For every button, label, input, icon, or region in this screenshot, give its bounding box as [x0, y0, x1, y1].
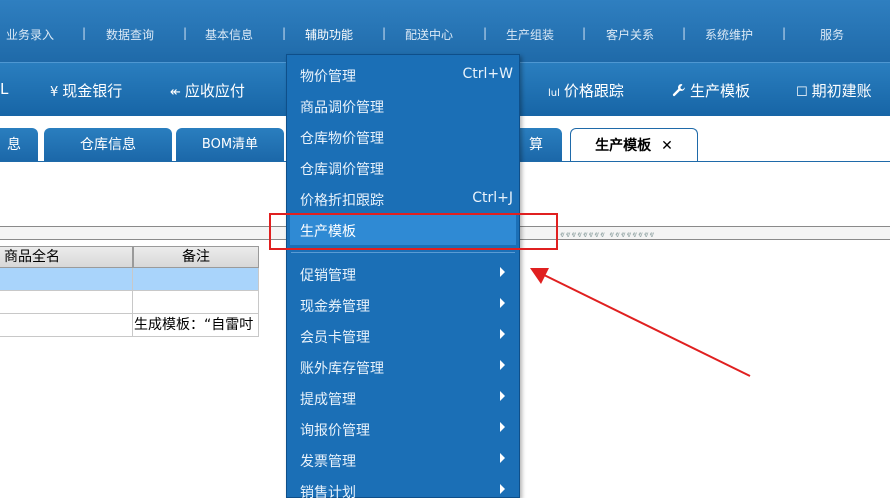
submenu-arrow-icon — [500, 360, 505, 370]
top-menu-bar: 业务录入 | 数据查询 | 基本信息 | 辅助功能 | 配送中心 | 生产组装 … — [0, 0, 890, 62]
menu-auxiliary[interactable]: 辅助功能 — [305, 26, 353, 43]
menu-item-warehouse-price-adjust[interactable]: 仓库调价管理 — [287, 152, 519, 183]
submenu-arrow-icon — [500, 484, 505, 494]
auxiliary-dropdown-menu: 物价管理 Ctrl+W 商品调价管理 仓库物价管理 仓库调价管理 价格折扣跟踪 … — [286, 54, 520, 498]
menu-item-discount-tracking[interactable]: 价格折扣跟踪 Ctrl+J — [287, 183, 519, 214]
menu-separator — [291, 252, 515, 253]
menu-item-shortcut: Ctrl+W — [462, 66, 513, 82]
menu-item-label: 促销管理 — [300, 268, 356, 284]
table-cell[interactable] — [133, 268, 259, 291]
menu-separator: | — [183, 26, 188, 40]
menu-item-promotion[interactable]: 促销管理 — [287, 258, 519, 289]
menu-item-label: 商品调价管理 — [300, 100, 384, 116]
menu-item-offbook-inventory[interactable]: 账外库存管理 — [287, 351, 519, 382]
tab-info[interactable]: 息 — [0, 128, 38, 162]
menu-item-label: 账外库存管理 — [300, 361, 384, 377]
menu-business-entry[interactable]: 业务录入 — [6, 26, 54, 43]
menu-basic-info[interactable]: 基本信息 — [205, 26, 253, 43]
tab-bom-list[interactable]: BOM清单 — [176, 128, 284, 162]
menu-item-quotation[interactable]: 询报价管理 — [287, 413, 519, 444]
menu-item-label: 物价管理 — [300, 69, 356, 85]
table-cell[interactable]: 生成模板：“自雷吋 — [133, 314, 259, 337]
menu-separator: | — [483, 26, 488, 40]
submenu-arrow-icon — [500, 329, 505, 339]
column-header-remark[interactable]: 备注 — [133, 246, 259, 268]
toolbar-label: 现金银行 — [62, 82, 123, 100]
menu-item-member-card[interactable]: 会员卡管理 — [287, 320, 519, 351]
column-header-name[interactable]: 商品全名 — [0, 246, 133, 268]
menu-customer[interactable]: 客户关系 — [606, 26, 654, 43]
submenu-arrow-icon — [500, 298, 505, 308]
menu-separator: | — [382, 26, 387, 40]
menu-item-label: 询报价管理 — [300, 423, 370, 439]
menu-item-warehouse-price[interactable]: 仓库物价管理 — [287, 121, 519, 152]
menu-distribution[interactable]: 配送中心 — [405, 26, 453, 43]
menu-item-cash-coupon[interactable]: 现金券管理 — [287, 289, 519, 320]
bar-chart-icon: lul — [548, 88, 560, 99]
splitter-grip[interactable]: ⱴⱴⱴⱴⱴⱴⱴⱴ ⱴⱴⱴⱴⱴⱴⱴⱴ — [560, 230, 655, 239]
menu-item-commission[interactable]: 提成管理 — [287, 382, 519, 413]
menu-item-label: 价格折扣跟踪 — [300, 193, 384, 209]
menu-item-sales-plan[interactable]: 销售计划 — [287, 475, 519, 498]
menu-item-product-price-adjust[interactable]: 商品调价管理 — [287, 90, 519, 121]
external-box-icon: ☐ — [796, 85, 808, 100]
table-cell[interactable] — [0, 314, 133, 337]
menu-data-query[interactable]: 数据查询 — [106, 26, 154, 43]
toolbar-production-template[interactable]: 生产模板 — [672, 80, 750, 101]
menu-item-label: 仓库物价管理 — [300, 131, 384, 147]
toolbar-cash-bank[interactable]: ¥ 现金银行 — [50, 80, 122, 101]
toolbar-receivable-payable[interactable]: ↞ 应收应付 — [170, 80, 245, 101]
menu-production[interactable]: 生产组装 — [506, 26, 554, 43]
toolbar-price-tracking[interactable]: lul 价格跟踪 — [548, 80, 624, 101]
menu-separator: | — [782, 26, 787, 40]
menu-separator: | — [282, 26, 287, 40]
app-window: 业务录入 | 数据查询 | 基本信息 | 辅助功能 | 配送中心 | 生产组装 … — [0, 0, 890, 498]
menu-system[interactable]: 系统维护 — [705, 26, 753, 43]
menu-item-label: 现金券管理 — [300, 299, 370, 315]
table-cell[interactable] — [133, 291, 259, 314]
submenu-arrow-icon — [500, 422, 505, 432]
tab-warehouse-info[interactable]: 仓库信息 — [44, 128, 172, 162]
menu-separator: | — [682, 26, 687, 40]
menu-service[interactable]: 服务 — [820, 26, 844, 43]
menu-item-label: 会员卡管理 — [300, 330, 370, 346]
arrows-icon: ↞ — [170, 85, 181, 100]
menu-separator: | — [82, 26, 87, 40]
menu-item-label: 提成管理 — [300, 392, 356, 408]
submenu-arrow-icon — [500, 267, 505, 277]
menu-item-label: 仓库调价管理 — [300, 162, 384, 178]
toolbar-label: 期初建账 — [811, 82, 872, 100]
menu-item-shortcut: Ctrl+J — [472, 190, 513, 206]
toolbar-label: 生产模板 — [690, 82, 751, 100]
wrench-icon — [672, 84, 685, 97]
menu-item-price-management[interactable]: 物价管理 Ctrl+W — [287, 59, 519, 90]
menu-separator: | — [582, 26, 587, 40]
submenu-arrow-icon — [500, 391, 505, 401]
toolbar-item-partial[interactable]: L — [0, 80, 8, 98]
menu-item-label: 销售计划 — [300, 485, 356, 498]
table-cell[interactable] — [0, 291, 133, 314]
toolbar-label: 价格跟踪 — [563, 82, 624, 100]
annotation-highlight-box — [269, 213, 558, 250]
menu-item-invoice[interactable]: 发票管理 — [287, 444, 519, 475]
toolbar-label: 应收应付 — [184, 82, 245, 100]
menu-item-label: 发票管理 — [300, 454, 356, 470]
table-cell[interactable] — [0, 268, 133, 291]
close-icon[interactable]: ✕ — [661, 138, 673, 154]
submenu-arrow-icon — [500, 453, 505, 463]
tab-production-template[interactable]: 生产模板 ✕ — [570, 128, 698, 162]
yen-icon: ¥ — [50, 85, 59, 100]
toolbar-opening-account[interactable]: ☐ 期初建账 — [796, 80, 872, 101]
